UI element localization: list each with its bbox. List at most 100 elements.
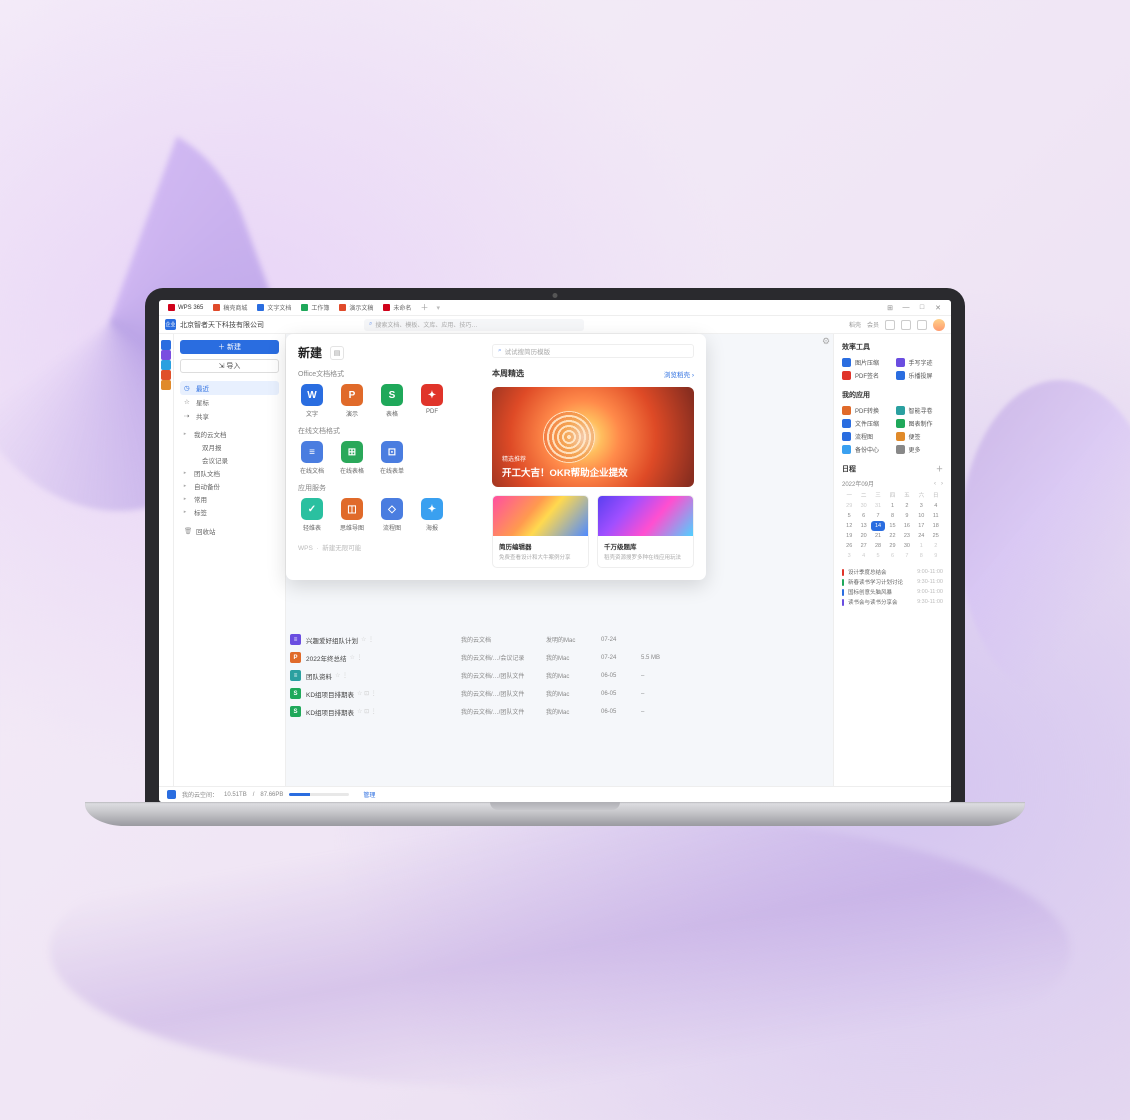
create-item[interactable]: ◇流程图 xyxy=(378,498,406,532)
cal-day[interactable]: 14 xyxy=(871,521,885,531)
cal-day[interactable]: 30 xyxy=(856,501,870,511)
create-item[interactable]: ◫思维导图 xyxy=(338,498,366,532)
sidebar-item-share[interactable]: ⇢共享 xyxy=(180,409,279,423)
app-item[interactable]: 流程图 xyxy=(842,432,890,441)
create-item[interactable]: P演示 xyxy=(338,384,366,418)
file-row[interactable]: S KD组项目排期表☆ ⊡ ⋮ 我的云文档/…/团队文件 我的Mac 06-05… xyxy=(286,702,796,720)
event-row[interactable]: 新春读书学习计划讨论9:30-11:00 xyxy=(842,577,943,587)
top-link-1[interactable]: 会员 xyxy=(867,320,879,329)
storage-manage-link[interactable]: 管理 xyxy=(363,790,375,799)
sidebar-item-star[interactable]: ☆星标 xyxy=(180,395,279,409)
rail-item[interactable] xyxy=(161,340,171,350)
global-search[interactable]: ⌕ 搜索文档、模板、文库、应用、技巧… xyxy=(364,319,584,331)
cal-day[interactable]: 2 xyxy=(900,501,914,511)
event-row[interactable]: 读书会与读书分享会9:30-11:00 xyxy=(842,597,943,607)
app-grid-icon[interactable]: ⊞ xyxy=(883,304,897,312)
org-name[interactable]: 北京智者天下科技有限公司 xyxy=(180,320,264,330)
import-button[interactable]: ⇲ 导入 xyxy=(180,359,279,373)
cal-day[interactable]: 1 xyxy=(885,501,899,511)
cal-day[interactable]: 8 xyxy=(885,511,899,521)
create-item[interactable]: ≡在线文档 xyxy=(298,441,326,475)
tool-item[interactable]: 乐播投屏 xyxy=(896,371,944,380)
cal-day[interactable]: 27 xyxy=(856,541,870,551)
window-tab[interactable]: 未命名 xyxy=(380,300,418,316)
info-icon[interactable] xyxy=(901,320,911,330)
create-item[interactable]: S表格 xyxy=(378,384,406,418)
cal-day[interactable]: 6 xyxy=(856,511,870,521)
cal-day[interactable]: 10 xyxy=(914,511,928,521)
window-tab[interactable]: 演示文稿 xyxy=(336,300,380,316)
file-row[interactable]: ≡ 兴趣爱好组队计划☆ ⋮ 我的云文档 发明的Mac 07-24 xyxy=(286,630,796,648)
cal-day[interactable]: 12 xyxy=(842,521,856,531)
notifications-icon[interactable] xyxy=(885,320,895,330)
cal-day[interactable]: 22 xyxy=(885,531,899,541)
minimize-button[interactable]: — xyxy=(899,304,913,312)
tree-item[interactable]: ▸团队文档 xyxy=(180,466,279,479)
tree-item[interactable]: ▸自动备份 xyxy=(180,479,279,492)
create-item[interactable]: ✓轻维表 xyxy=(298,498,326,532)
tree-subitem[interactable]: 双月报 xyxy=(180,440,279,453)
cal-day[interactable]: 23 xyxy=(900,531,914,541)
cal-day[interactable]: 7 xyxy=(900,551,914,561)
app-item[interactable]: 便签 xyxy=(896,432,944,441)
cal-day[interactable]: 17 xyxy=(914,521,928,531)
cal-next[interactable]: › xyxy=(941,481,943,487)
cal-day[interactable]: 11 xyxy=(929,511,943,521)
app-item[interactable]: 图表制作 xyxy=(896,419,944,428)
cal-day[interactable]: 31 xyxy=(871,501,885,511)
close-button[interactable]: ✕ xyxy=(931,304,945,312)
cal-day[interactable]: 5 xyxy=(871,551,885,561)
create-item[interactable]: W文字 xyxy=(298,384,326,418)
app-item[interactable]: 备份中心 xyxy=(842,445,890,454)
create-item[interactable]: ✦PDF xyxy=(418,384,446,418)
template-search[interactable]: ⌕ 试试搜简历模版 xyxy=(492,344,694,358)
tree-subitem[interactable]: 会议记录 xyxy=(180,453,279,466)
cal-day[interactable]: 15 xyxy=(885,521,899,531)
cal-day[interactable]: 25 xyxy=(929,531,943,541)
event-row[interactable]: 设计季度总结会9:00-11:00 xyxy=(842,567,943,577)
rail-item[interactable] xyxy=(161,350,171,360)
cal-day[interactable]: 2 xyxy=(929,541,943,551)
cal-day[interactable]: 19 xyxy=(842,531,856,541)
window-tab[interactable]: 文字文档 xyxy=(254,300,298,316)
cal-day[interactable]: 28 xyxy=(871,541,885,551)
window-tab[interactable]: 稿壳商城 xyxy=(210,300,254,316)
cal-day[interactable]: 9 xyxy=(900,511,914,521)
cal-day[interactable]: 5 xyxy=(842,511,856,521)
create-item[interactable]: ⊡在线表单 xyxy=(378,441,406,475)
new-button[interactable]: ＋ 新建 xyxy=(180,340,279,354)
tree-item[interactable]: ▸标签 xyxy=(180,505,279,518)
create-item[interactable]: ✦海报 xyxy=(418,498,446,532)
cal-day[interactable]: 18 xyxy=(929,521,943,531)
cal-day[interactable]: 1 xyxy=(914,541,928,551)
cal-day[interactable]: 7 xyxy=(871,511,885,521)
cal-day[interactable]: 9 xyxy=(929,551,943,561)
file-flags[interactable]: ☆ ⊡ ⋮ xyxy=(357,708,377,715)
cal-day[interactable]: 20 xyxy=(856,531,870,541)
rail-item[interactable] xyxy=(161,380,171,390)
cal-day[interactable]: 4 xyxy=(856,551,870,561)
cal-day[interactable]: 16 xyxy=(900,521,914,531)
window-tab[interactable]: 工作簿 xyxy=(298,300,336,316)
app-item[interactable]: 智能寻卷 xyxy=(896,406,944,415)
cal-day[interactable]: 29 xyxy=(885,541,899,551)
file-flags[interactable]: ☆ ⊡ ⋮ xyxy=(357,690,377,697)
window-tab[interactable]: WPS 365 xyxy=(165,300,210,316)
tree-item[interactable]: ▸我的云文档 xyxy=(180,427,279,440)
file-flags[interactable]: ☆ ⋮ xyxy=(349,654,362,661)
app-item[interactable]: 文件压缩 xyxy=(842,419,890,428)
featured-more-link[interactable]: 浏览稻壳 › xyxy=(664,369,694,379)
cal-day[interactable]: 30 xyxy=(900,541,914,551)
featured-banner[interactable]: 精选推荐 开工大吉！OKR帮助企业提效 xyxy=(492,387,694,487)
app-item[interactable]: 更多 xyxy=(896,445,944,454)
add-schedule-button[interactable]: ＋ xyxy=(936,464,943,474)
cal-day[interactable]: 24 xyxy=(914,531,928,541)
cal-day[interactable]: 26 xyxy=(842,541,856,551)
file-flags[interactable]: ☆ ⋮ xyxy=(361,636,374,643)
trash-item[interactable]: 🗑 回收站 xyxy=(180,524,279,538)
tab-list-dropdown[interactable]: ▾ xyxy=(436,304,440,312)
create-item[interactable]: ⊞在线表格 xyxy=(338,441,366,475)
menu-icon[interactable] xyxy=(917,320,927,330)
tool-item[interactable]: 手写字迹 xyxy=(896,358,944,367)
featured-card[interactable]: 千万级题库稻壳资源搜罗多种在线应用玩法 xyxy=(597,495,694,568)
